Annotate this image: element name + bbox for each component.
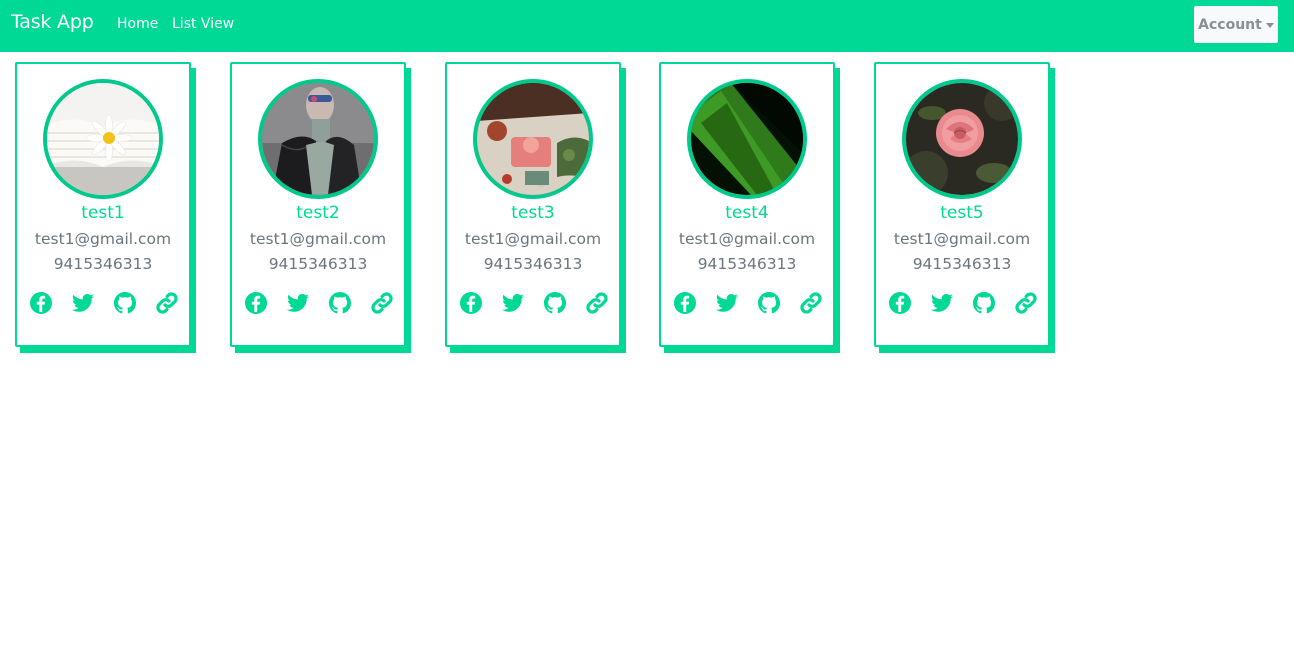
card-body: test3 test1@gmail.com 9415346313 — [445, 62, 621, 347]
card-name: test2 — [296, 203, 340, 223]
caret-down-icon — [1265, 22, 1274, 28]
facebook-icon[interactable] — [888, 291, 912, 315]
nav-list-view-link[interactable]: List View — [172, 16, 234, 32]
twitter-icon[interactable] — [286, 291, 310, 315]
social-icons — [888, 291, 1040, 317]
link-icon[interactable] — [799, 291, 823, 315]
link-icon[interactable] — [155, 291, 179, 315]
card-name: test1 — [81, 203, 125, 223]
card-body: test2 test1@gmail.com 9415346313 — [230, 62, 406, 347]
card-phone: 9415346313 — [268, 255, 368, 273]
account-label: Account — [1198, 16, 1262, 33]
card-body: test1 test1@gmail.com 9415346313 — [15, 62, 191, 347]
facebook-icon[interactable] — [244, 291, 268, 315]
github-icon[interactable] — [757, 291, 781, 315]
user-card: test4 test1@gmail.com 9415346313 — [659, 62, 840, 353]
twitter-icon[interactable] — [715, 291, 739, 315]
github-icon[interactable] — [543, 291, 567, 315]
card-email: test1@gmail.com — [249, 230, 387, 248]
card-phone: 9415346313 — [697, 255, 797, 273]
brand-logo[interactable]: Task App — [11, 11, 94, 33]
twitter-icon[interactable] — [501, 291, 525, 315]
social-icons — [459, 291, 611, 317]
card-email: test1@gmail.com — [678, 230, 816, 248]
link-icon[interactable] — [585, 291, 609, 315]
account-dropdown-button[interactable]: Account — [1194, 6, 1278, 43]
github-icon[interactable] — [972, 291, 996, 315]
card-email: test1@gmail.com — [464, 230, 602, 248]
twitter-icon[interactable] — [71, 291, 95, 315]
navbar: Task App Home List View Account — [0, 0, 1294, 52]
user-card: test2 test1@gmail.com 9415346313 — [230, 62, 411, 353]
card-name: test5 — [940, 203, 984, 223]
user-card: test5 test1@gmail.com 9415346313 — [874, 62, 1055, 353]
card-email: test1@gmail.com — [893, 230, 1031, 248]
github-icon[interactable] — [328, 291, 352, 315]
card-body: test5 test1@gmail.com 9415346313 — [874, 62, 1050, 347]
link-icon[interactable] — [370, 291, 394, 315]
card-name: test4 — [725, 203, 769, 223]
card-name: test3 — [511, 203, 555, 223]
user-card: test3 test1@gmail.com 9415346313 — [445, 62, 626, 353]
user-card: test1 test1@gmail.com 9415346313 — [15, 62, 196, 353]
social-icons — [29, 291, 181, 317]
card-phone: 9415346313 — [483, 255, 583, 273]
avatar — [43, 79, 163, 199]
avatar — [473, 79, 593, 199]
social-icons — [244, 291, 396, 317]
facebook-icon[interactable] — [29, 291, 53, 315]
social-icons — [673, 291, 825, 317]
twitter-icon[interactable] — [930, 291, 954, 315]
facebook-icon[interactable] — [459, 291, 483, 315]
github-icon[interactable] — [113, 291, 137, 315]
card-phone: 9415346313 — [912, 255, 1012, 273]
card-phone: 9415346313 — [53, 255, 153, 273]
facebook-icon[interactable] — [673, 291, 697, 315]
avatar — [258, 79, 378, 199]
card-body: test4 test1@gmail.com 9415346313 — [659, 62, 835, 347]
nav-home-link[interactable]: Home — [117, 16, 158, 32]
card-email: test1@gmail.com — [34, 230, 172, 248]
avatar — [687, 79, 807, 199]
link-icon[interactable] — [1014, 291, 1038, 315]
avatar — [902, 79, 1022, 199]
